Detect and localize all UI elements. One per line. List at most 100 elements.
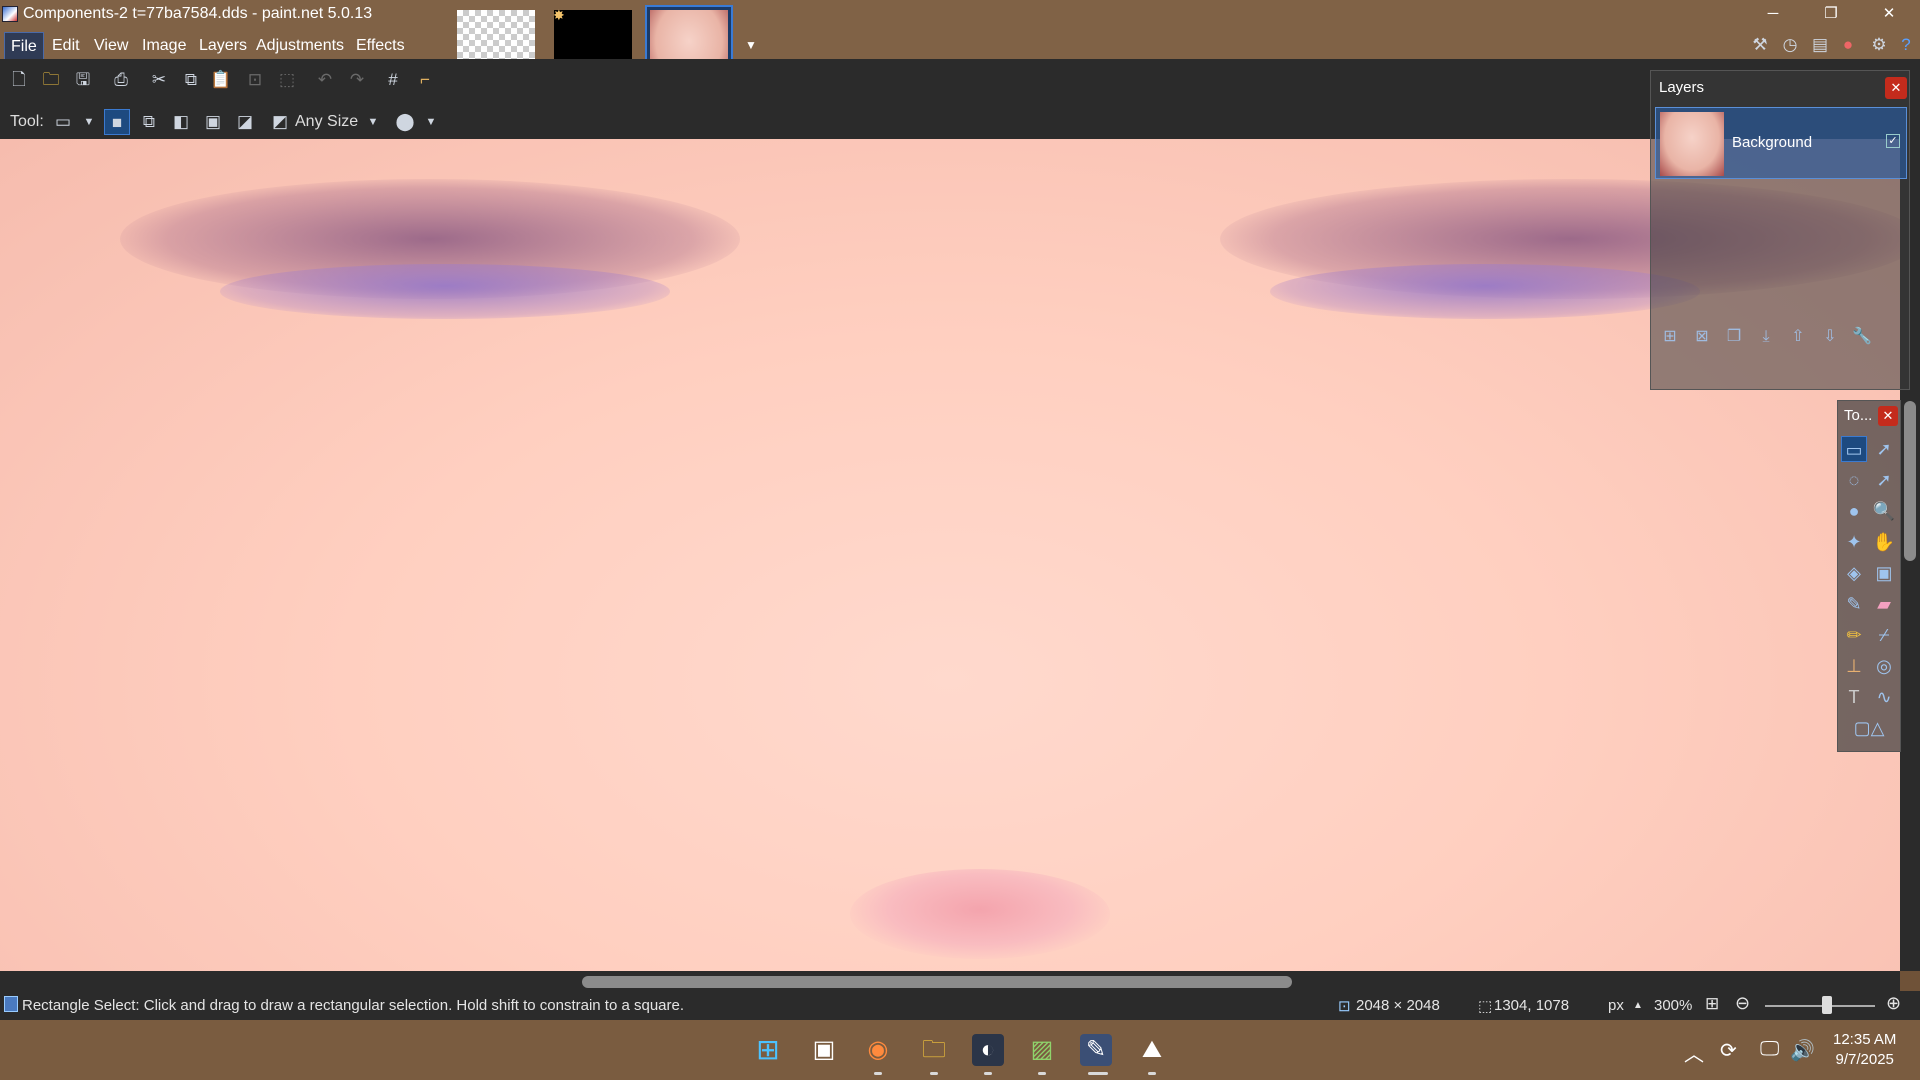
antialiasing-dropdown-icon[interactable]: ▼ (418, 109, 444, 135)
menu-image[interactable]: Image (136, 32, 192, 60)
recolor-tool-icon[interactable]: ◎ (1871, 653, 1897, 679)
add-layer-icon[interactable]: ⊞ (1659, 326, 1681, 348)
shapes-tool-icon[interactable]: ▢△ (1841, 715, 1897, 741)
network-icon[interactable]: 🖵 (1760, 1038, 1779, 1061)
selection-mode-union-icon[interactable]: ⧉ (136, 109, 162, 135)
help-icon[interactable]: ? (1893, 32, 1919, 58)
start-windows-icon[interactable]: ⊞ (752, 1034, 784, 1066)
zoom-slider-track[interactable] (1765, 1005, 1875, 1007)
game-app-icon[interactable]: ◐ (972, 1034, 1004, 1066)
units-selector[interactable]: px (1608, 997, 1624, 1014)
close-button[interactable]: ✕ (1866, 2, 1912, 26)
clone-stamp-tool-icon[interactable]: ⊥ (1841, 653, 1867, 679)
photos-running-indicator (1148, 1072, 1156, 1075)
menu-adjustments[interactable]: Adjustments (250, 32, 350, 60)
rulers-icon[interactable]: ⌐ (412, 67, 438, 93)
selection-mode-xor-icon[interactable]: ◪ (232, 109, 258, 135)
merge-layer-down-icon[interactable]: ⤓ (1755, 326, 1777, 348)
deselect-icon[interactable]: ⬚ (274, 67, 300, 93)
magic-wand-tool-icon[interactable]: ✦ (1841, 529, 1867, 555)
move-selection-tool-icon[interactable]: ➚ (1871, 467, 1897, 493)
volume-icon[interactable]: 🔊 (1790, 1038, 1815, 1063)
selection-size-mode-icon[interactable]: ◩ (267, 109, 293, 135)
selection-mode-exclude-icon[interactable]: ◧ (168, 109, 194, 135)
antialiasing-icon[interactable]: ⬤ (392, 109, 418, 135)
layer-visibility-checkbox[interactable]: ✓ (1886, 134, 1900, 148)
print-icon[interactable]: ⎙ (108, 67, 134, 93)
paintnet-taskbar-icon[interactable]: ✎ (1080, 1034, 1112, 1066)
menu-effects[interactable]: Effects (350, 32, 411, 60)
minimize-button[interactable]: ─ (1750, 2, 1796, 26)
duplicate-layer-icon[interactable]: ❐ (1723, 326, 1745, 348)
pencil-tool-icon[interactable]: ✏ (1841, 622, 1867, 648)
sync-icon[interactable]: ⟳ (1720, 1038, 1737, 1063)
layer-row[interactable]: Background ✓ (1655, 107, 1907, 179)
paintbrush-tool-icon[interactable]: ✎ (1841, 591, 1867, 617)
selection-mode-replace-icon[interactable]: ■ (104, 109, 130, 135)
line-curve-tool-icon[interactable]: ∿ (1871, 684, 1897, 710)
cut-icon[interactable]: ✂ (146, 67, 172, 93)
status-hint: Rectangle Select: Click and drag to draw… (22, 997, 685, 1014)
units-dropdown-icon[interactable]: ▲ (1633, 1000, 1643, 1011)
image-list-dropdown-icon[interactable]: ▼ (745, 38, 757, 52)
pan-tool-icon[interactable]: ✋ (1871, 529, 1897, 555)
restore-button[interactable]: ❐ (1808, 2, 1854, 26)
menu-file[interactable]: File (4, 32, 44, 60)
paste-icon[interactable]: 📋 (208, 67, 234, 93)
delete-layer-icon[interactable]: ⊠ (1691, 326, 1713, 348)
eraser-tool-icon[interactable]: ▰ (1871, 591, 1897, 617)
current-tool-rectangle-select-icon[interactable]: ▭ (50, 109, 76, 135)
horizontal-scroll-thumb[interactable] (582, 976, 1292, 988)
rectangle-select-tool-icon[interactable]: ▭ (1841, 436, 1867, 462)
layers-window-icon[interactable]: ▤ (1807, 32, 1833, 58)
photos-app-icon[interactable]: ⛰ (1136, 1034, 1168, 1066)
copy-icon[interactable]: ⧉ (178, 67, 204, 93)
firefox-icon[interactable]: ◉ (862, 1034, 894, 1066)
horizontal-scrollbar[interactable] (0, 971, 1900, 991)
color-picker-tool-icon[interactable]: ⌿ (1871, 622, 1897, 648)
clock[interactable]: 12:35 AM 9/7/2025 (1833, 1030, 1896, 1070)
menu-view[interactable]: View (88, 32, 134, 60)
paint-bucket-tool-icon[interactable]: ◈ (1841, 560, 1867, 586)
settings-gear-icon[interactable]: ⚙ (1866, 32, 1892, 58)
colors-window-icon[interactable]: ● (1835, 32, 1861, 58)
show-hidden-icons-chevron-icon[interactable]: ︿ (1684, 1038, 1704, 1067)
grid-icon[interactable]: # (380, 67, 406, 93)
layer-properties-icon[interactable]: 🔧 (1851, 326, 1873, 348)
size-mode-dropdown-icon[interactable]: ▼ (360, 109, 386, 135)
move-selected-pixels-tool-icon[interactable]: ➚ (1871, 436, 1897, 462)
undo-icon[interactable]: ↶ (312, 67, 338, 93)
zoom-to-window-icon[interactable]: ⊞ (1705, 994, 1719, 1014)
move-layer-up-icon[interactable]: ⇧ (1787, 326, 1809, 348)
tool-dropdown-icon[interactable]: ▼ (76, 109, 102, 135)
tools-panel-close-button[interactable]: ✕ (1878, 406, 1898, 426)
crop-to-selection-icon[interactable]: ⊡ (242, 67, 268, 93)
history-window-icon[interactable]: ◷ (1777, 32, 1803, 58)
selection-mode-intersect-icon[interactable]: ▣ (200, 109, 226, 135)
gradient-tool-icon[interactable]: ▣ (1871, 560, 1897, 586)
zoom-tool-icon[interactable]: 🔍 (1871, 498, 1897, 524)
ellipse-select-tool-icon[interactable]: ● (1841, 498, 1867, 524)
vertical-scroll-thumb[interactable] (1904, 401, 1916, 561)
layers-panel-close-button[interactable]: ✕ (1885, 77, 1907, 99)
selection-size-mode[interactable]: Any Size (295, 113, 358, 131)
image-canvas[interactable] (0, 139, 1900, 971)
zoom-slider-thumb[interactable] (1822, 996, 1832, 1014)
open-icon[interactable]: 🗀 (38, 67, 64, 93)
new-image-icon[interactable]: 🗋 (6, 67, 32, 93)
move-layer-down-icon[interactable]: ⇩ (1819, 326, 1841, 348)
image-editor-app-icon[interactable]: ▨ (1026, 1034, 1058, 1066)
tools-window-icon[interactable]: ⚒ (1747, 32, 1773, 58)
title-bar: Components-2 t=77ba7584.dds - paint.net … (0, 0, 1920, 93)
text-tool-icon[interactable]: T (1841, 684, 1867, 710)
zoom-out-icon[interactable]: ⊖ (1735, 993, 1750, 1014)
task-view-icon[interactable]: ▣ (808, 1034, 840, 1066)
zoom-in-icon[interactable]: ⊕ (1886, 993, 1901, 1014)
menu-edit[interactable]: Edit (46, 32, 86, 60)
file-explorer-icon[interactable]: 🗀 (918, 1034, 950, 1066)
save-icon[interactable]: 🖫 (70, 67, 96, 93)
menu-layers[interactable]: Layers (193, 32, 253, 60)
redo-icon[interactable]: ↷ (344, 67, 370, 93)
zoom-level[interactable]: 300% (1654, 997, 1692, 1014)
lasso-select-tool-icon[interactable]: ◌ (1841, 467, 1867, 493)
